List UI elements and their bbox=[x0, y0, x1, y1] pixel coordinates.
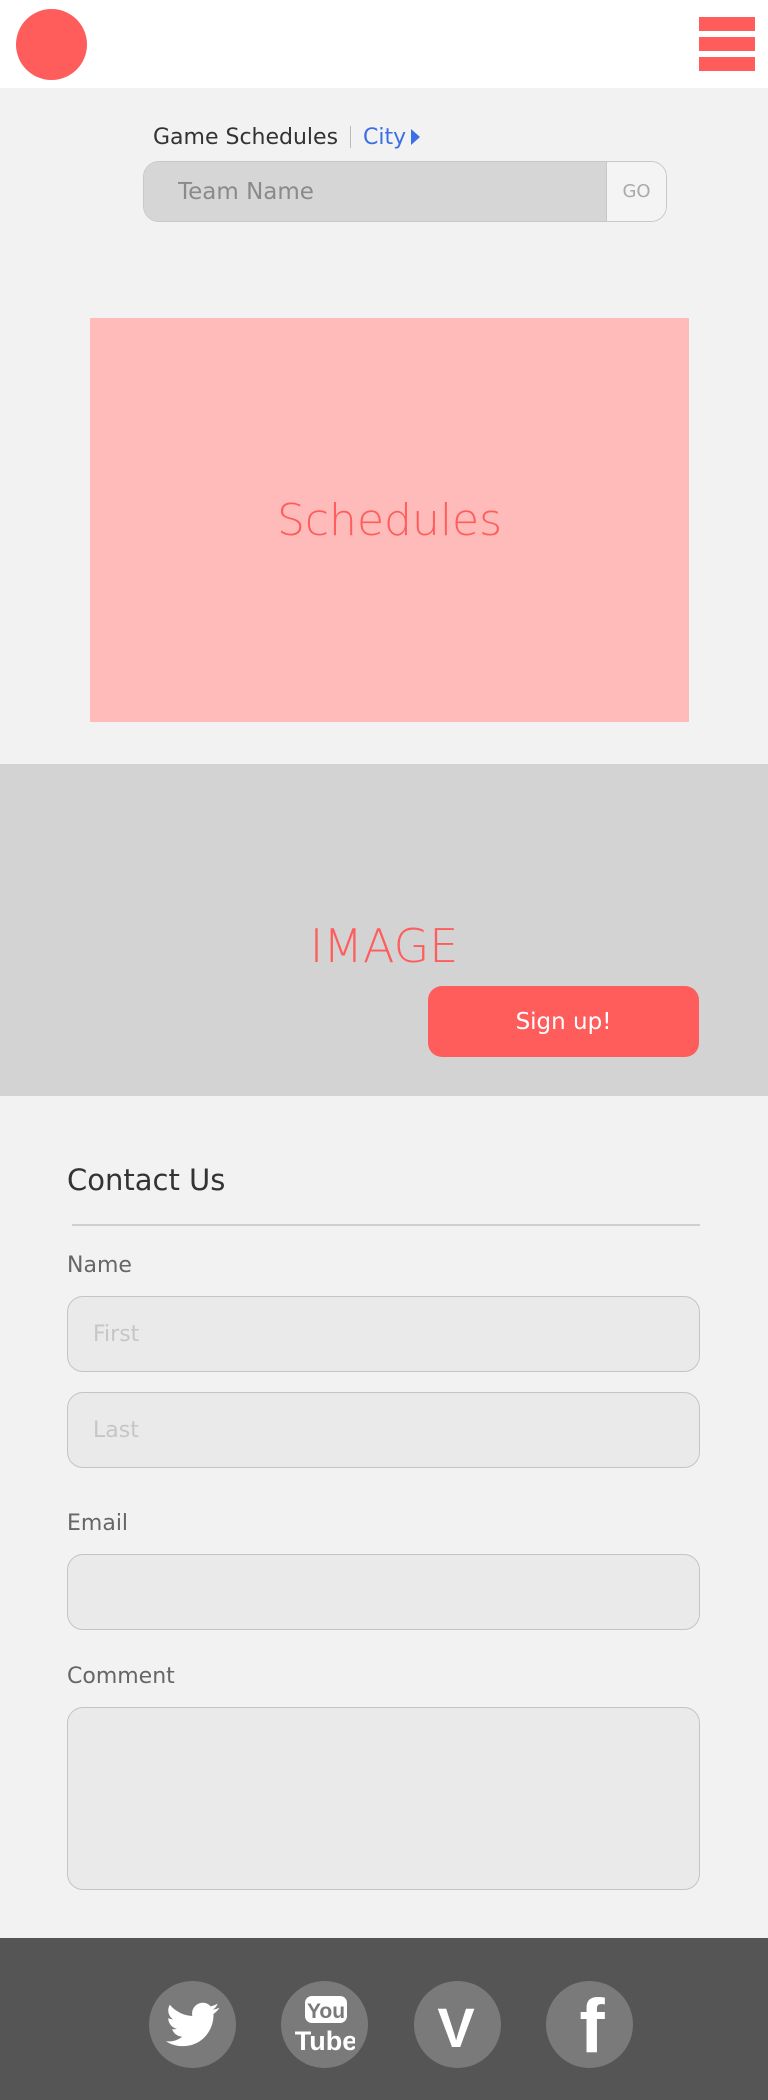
go-button[interactable]: GO bbox=[606, 162, 666, 221]
email-label: Email bbox=[67, 1511, 129, 1536]
vine-logo: V bbox=[437, 1997, 474, 2053]
city-selector[interactable]: City bbox=[363, 124, 421, 150]
hero-image-label: IMAGE bbox=[309, 919, 459, 973]
caret-right-icon bbox=[411, 129, 421, 145]
first-name-field[interactable] bbox=[67, 1296, 700, 1372]
contact-title: Contact Us bbox=[67, 1163, 226, 1197]
team-search: GO bbox=[143, 161, 667, 222]
logo[interactable] bbox=[16, 9, 87, 80]
facebook-letter: f bbox=[579, 1993, 605, 2057]
sign-up-button[interactable]: Sign up! bbox=[428, 986, 699, 1057]
menu-bar bbox=[699, 57, 755, 71]
site-footer: You Tube V f bbox=[0, 1938, 768, 2100]
youtube-icon[interactable]: You Tube bbox=[281, 1981, 368, 2068]
menu-bar bbox=[699, 37, 755, 51]
schedules-label: Schedules bbox=[276, 494, 503, 546]
facebook-logo: f bbox=[579, 1993, 605, 2057]
youtube-logo: You Tube bbox=[295, 1995, 355, 2056]
breadcrumb-title: Game Schedules bbox=[153, 124, 339, 150]
hero-image: IMAGE Sign up! bbox=[0, 764, 768, 1096]
vine-letter: V bbox=[437, 1997, 474, 2053]
breadcrumb: Game Schedules City bbox=[153, 120, 421, 154]
youtube-text-top: You bbox=[306, 2000, 344, 2023]
vine-icon[interactable]: V bbox=[414, 1981, 501, 2068]
site-header bbox=[0, 0, 768, 88]
twitter-bird bbox=[165, 2002, 219, 2046]
comment-field[interactable] bbox=[67, 1707, 700, 1890]
team-name-input[interactable] bbox=[144, 162, 606, 221]
schedules-panel[interactable]: Schedules bbox=[90, 318, 689, 722]
email-field[interactable] bbox=[67, 1554, 700, 1630]
facebook-icon[interactable]: f bbox=[546, 1981, 633, 2068]
contact-divider bbox=[72, 1224, 700, 1226]
last-name-field[interactable] bbox=[67, 1392, 700, 1468]
city-label: City bbox=[363, 124, 407, 150]
name-label: Name bbox=[67, 1253, 132, 1278]
breadcrumb-separator bbox=[350, 126, 352, 148]
comment-label: Comment bbox=[67, 1664, 175, 1689]
menu-bar bbox=[699, 17, 755, 31]
twitter-icon[interactable] bbox=[149, 1981, 236, 2068]
hamburger-menu-icon[interactable] bbox=[699, 17, 755, 71]
youtube-text-bottom: Tube bbox=[295, 2026, 355, 2056]
